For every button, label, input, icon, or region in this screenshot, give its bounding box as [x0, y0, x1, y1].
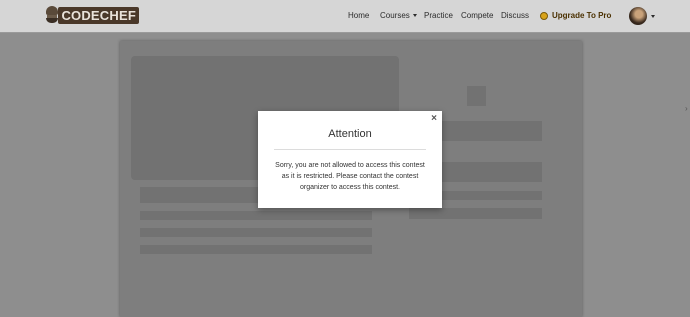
top-navbar: CODECHEF Home Courses Practice Compete D… [0, 0, 690, 33]
upgrade-label: Upgrade To Pro [552, 11, 612, 20]
nav-home-link[interactable]: Home [348, 11, 369, 20]
nav-courses-dropdown[interactable]: Courses [380, 11, 417, 20]
logo-text: CODECHEF [58, 6, 139, 24]
pro-badge-icon [540, 11, 548, 20]
info-placeholder [409, 208, 542, 219]
chevron-down-icon [412, 14, 417, 18]
text-line-placeholder [140, 228, 372, 237]
modal-message: Sorry, you are not allowed to access thi… [270, 160, 430, 193]
modal-message-line: as it is restricted. Please contact the … [281, 173, 419, 180]
codechef-logo[interactable]: CODECHEF [44, 4, 139, 26]
nav-discuss-link[interactable]: Discuss [501, 11, 529, 20]
text-line-placeholder [140, 211, 372, 220]
avatar[interactable] [629, 7, 647, 25]
modal-title: Attention [328, 128, 372, 140]
chevron-down-icon[interactable] [651, 15, 655, 18]
attention-modal: × Attention Sorry, you are not allowed t… [258, 111, 442, 208]
nav-compete-link[interactable]: Compete [461, 11, 493, 20]
nav-courses-label: Courses [380, 11, 410, 20]
nav-practice-link[interactable]: Practice [424, 11, 453, 20]
divider [274, 149, 426, 150]
chef-hat-icon [44, 6, 58, 24]
scroll-arrow-icon[interactable]: › [685, 104, 688, 113]
avatar-placeholder [467, 86, 486, 106]
upgrade-to-pro-link[interactable]: Upgrade To Pro [540, 11, 611, 20]
modal-message-line: organizer to access this contest. [300, 184, 400, 191]
close-icon[interactable]: × [431, 114, 437, 124]
modal-message-line: Sorry, you are not allowed to access thi… [275, 162, 425, 169]
text-line-placeholder [140, 245, 372, 254]
